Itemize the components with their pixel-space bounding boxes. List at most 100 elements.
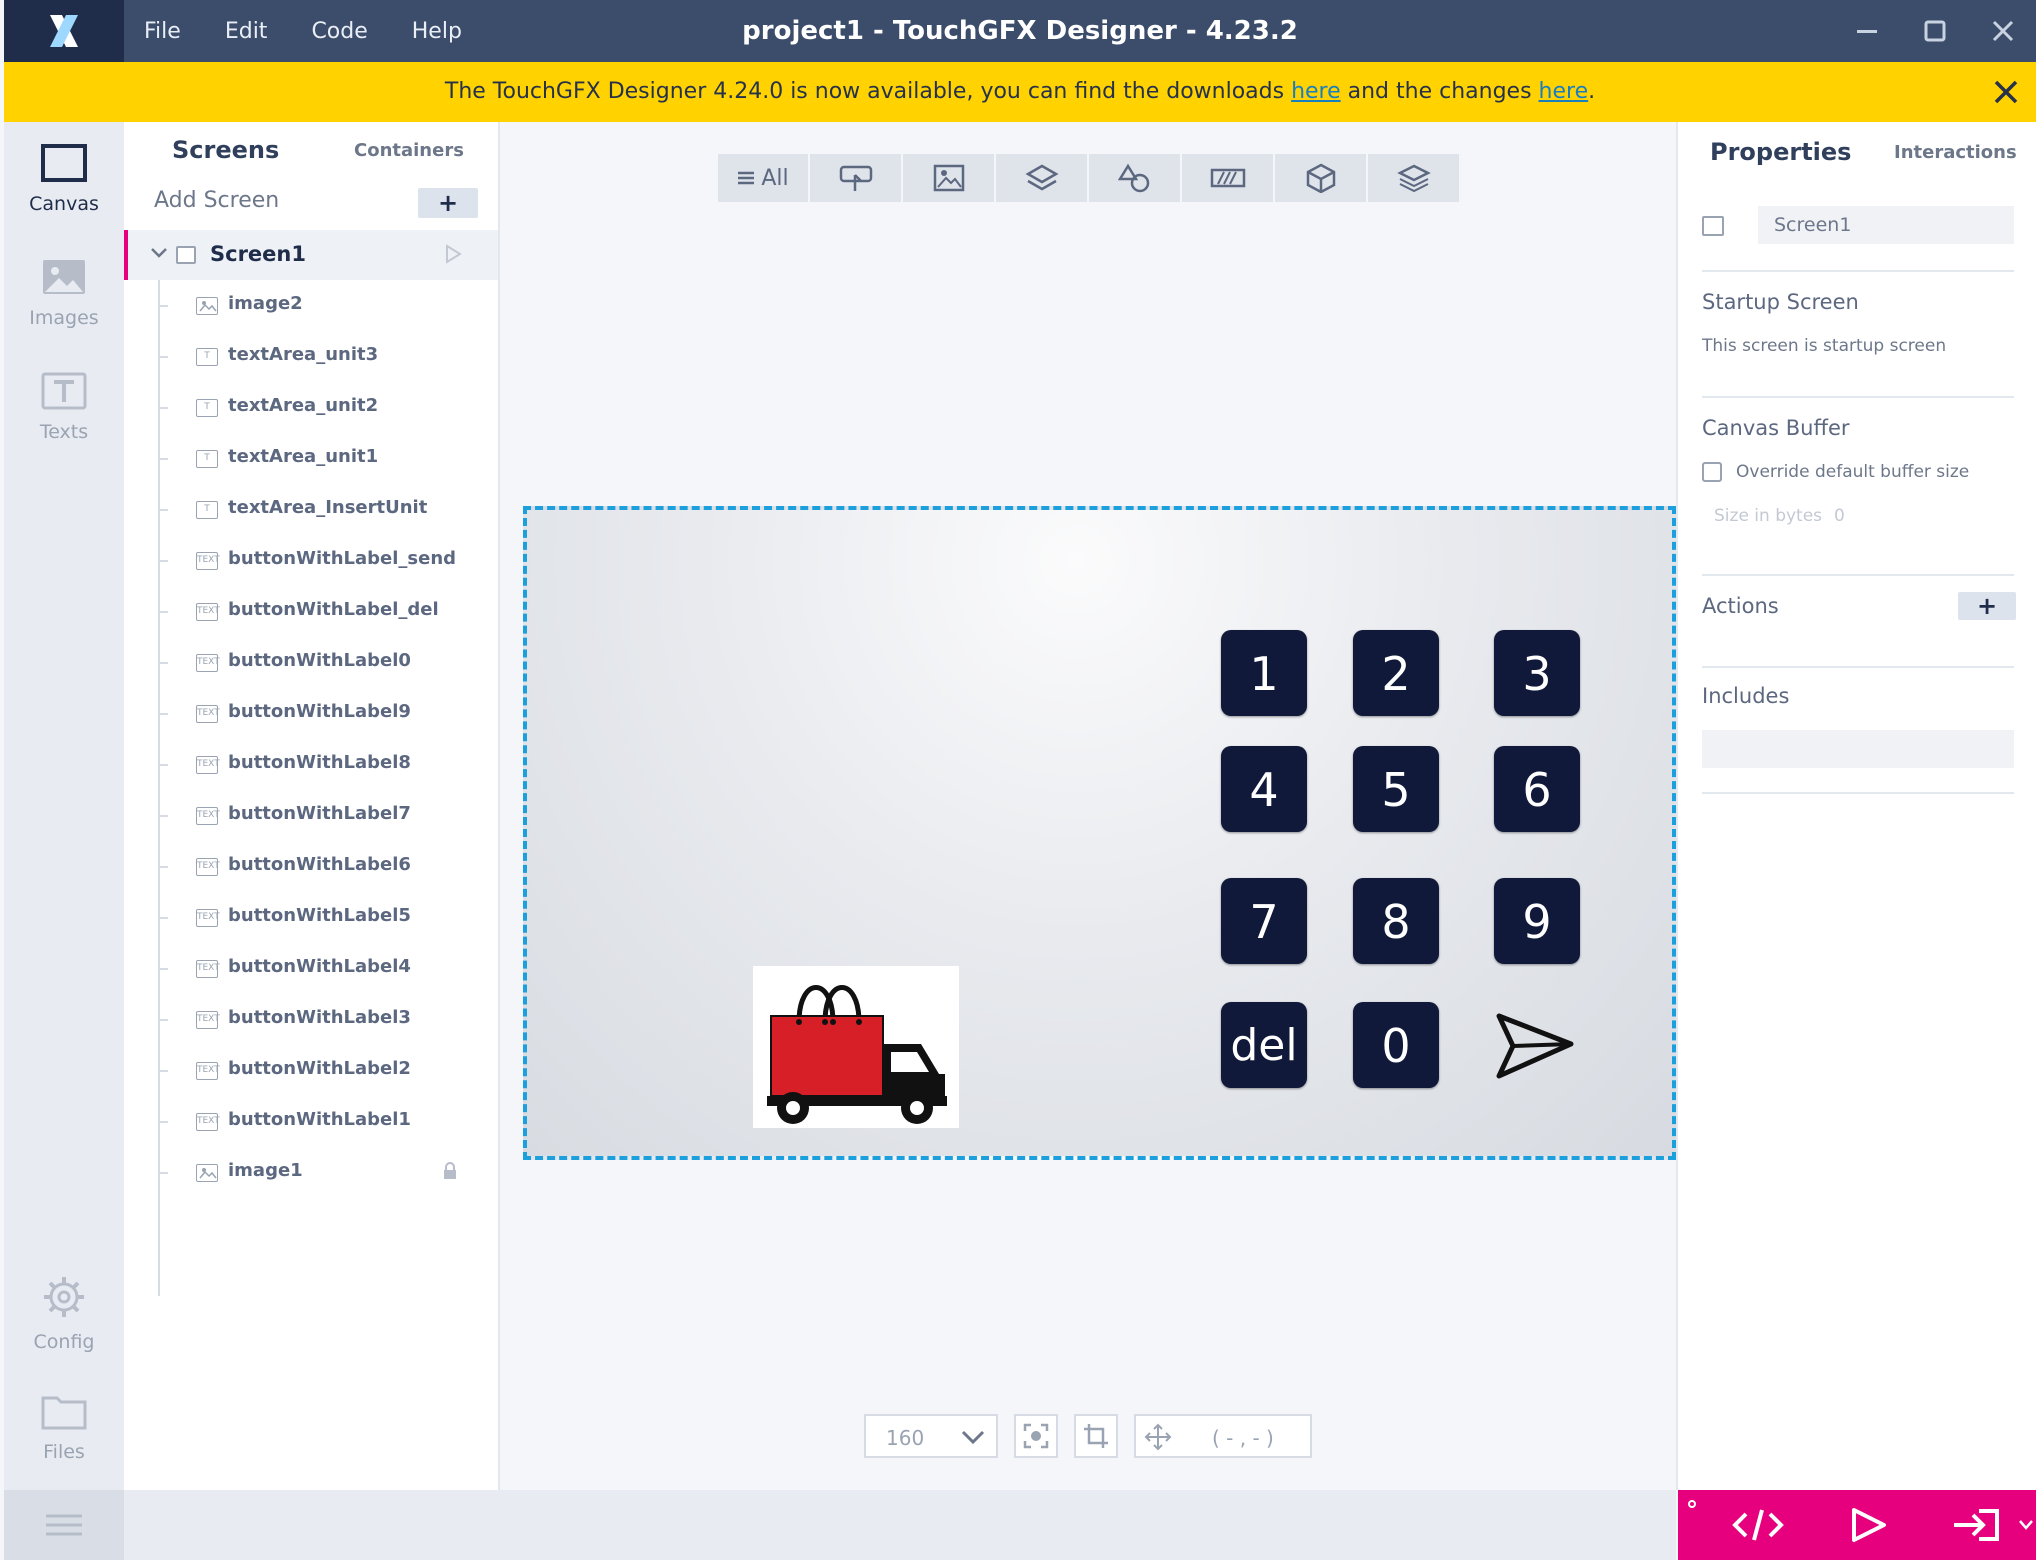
filter-images-button[interactable]: [903, 154, 994, 202]
tree-item-buttonWithLabel4[interactable]: TEXT buttonWithLabel4: [124, 943, 498, 994]
menu-file[interactable]: File: [144, 19, 181, 44]
keypad-button-9[interactable]: 9: [1494, 878, 1580, 964]
tree-item-buttonWithLabel_send[interactable]: TEXT buttonWithLabel_send: [124, 535, 498, 586]
downloads-link[interactable]: here: [1291, 79, 1341, 104]
tree-item-image1[interactable]: image1: [124, 1147, 498, 1198]
filter-progress-button[interactable]: [1182, 154, 1273, 202]
tree-connector: [158, 1019, 168, 1021]
banner-text: The TouchGFX Designer 4.24.0 is now avai…: [4, 62, 2036, 122]
rail-config-label: Config: [33, 1331, 95, 1353]
add-screen-button[interactable]: +: [418, 188, 478, 218]
filter-custom-button[interactable]: [1368, 154, 1459, 202]
keypad-button-3[interactable]: 3: [1494, 630, 1580, 716]
changes-link[interactable]: here: [1539, 79, 1589, 104]
divider: [1702, 574, 2014, 576]
menu-code[interactable]: Code: [311, 19, 367, 44]
rail-texts[interactable]: Texts: [4, 372, 124, 443]
tree-connector: [158, 509, 168, 511]
tree-item-textArea_unit2[interactable]: TtextArea_unit2: [124, 382, 498, 433]
tree-item-label: buttonWithLabel8: [228, 752, 411, 773]
menu-edit[interactable]: Edit: [225, 19, 268, 44]
tree-item-buttonWithLabel3[interactable]: TEXT buttonWithLabel3: [124, 994, 498, 1045]
rail-files[interactable]: Files: [4, 1392, 124, 1463]
override-buffer-checkbox[interactable]: [1702, 462, 1722, 482]
tree-item-buttonWithLabel_del[interactable]: TEXT buttonWithLabel_del: [124, 586, 498, 637]
rail-canvas[interactable]: Canvas: [4, 144, 124, 215]
tree-item-buttonWithLabel0[interactable]: TEXT buttonWithLabel0: [124, 637, 498, 688]
divider: [1702, 792, 2014, 794]
tree-item-buttonWithLabel8[interactable]: TEXT buttonWithLabel8: [124, 739, 498, 790]
zoom-select[interactable]: 160: [864, 1414, 998, 1458]
send-icon[interactable]: [1495, 1010, 1575, 1086]
text-widget-icon: T: [196, 450, 218, 468]
keypad-button-del[interactable]: del: [1221, 1002, 1307, 1088]
tree-item-buttonWithLabel6[interactable]: TEXT buttonWithLabel6: [124, 841, 498, 892]
tree-item-label: buttonWithLabel_send: [228, 548, 457, 569]
button-widget-icon: TEXT: [196, 1113, 220, 1131]
filter-all-button[interactable]: All: [718, 154, 808, 202]
menu-help[interactable]: Help: [412, 19, 462, 44]
more-actions-chevron-icon[interactable]: [2016, 1490, 2036, 1560]
keypad-button-4[interactable]: 4: [1221, 746, 1307, 832]
keypad-button-8[interactable]: 8: [1353, 878, 1439, 964]
keypad-button-5[interactable]: 5: [1353, 746, 1439, 832]
tree-connector: [158, 1121, 168, 1123]
canvas-buffer-title: Canvas Buffer: [1702, 416, 1850, 440]
keypad-button-7[interactable]: 7: [1221, 878, 1307, 964]
crop-button[interactable]: [1074, 1414, 1118, 1458]
add-action-button[interactable]: +: [1958, 592, 2016, 620]
screen-name-field[interactable]: Screen1: [1758, 206, 2014, 244]
tree-item-buttonWithLabel1[interactable]: TEXT buttonWithLabel1: [124, 1096, 498, 1147]
tab-properties[interactable]: Properties: [1710, 138, 1851, 166]
tree-item-textArea_unit1[interactable]: TtextArea_unit1: [124, 433, 498, 484]
tab-containers[interactable]: Containers: [354, 140, 464, 161]
tree-connector: [158, 611, 168, 613]
tree-item-textArea_InsertUnit[interactable]: TtextArea_InsertUnit: [124, 484, 498, 535]
banner-close-icon[interactable]: [1990, 76, 2022, 108]
tree-item-buttonWithLabel9[interactable]: TEXT buttonWithLabel9: [124, 688, 498, 739]
rail-files-label: Files: [43, 1441, 85, 1463]
override-buffer-label: Override default buffer size: [1736, 462, 1970, 482]
lock-icon[interactable]: [442, 1161, 458, 1185]
chevron-down-icon[interactable]: [150, 244, 168, 266]
flash-target-button[interactable]: [1936, 1490, 2016, 1560]
rail-config[interactable]: Config: [4, 1274, 124, 1353]
run-simulator-button[interactable]: [1828, 1490, 1908, 1560]
startup-screen-title: Startup Screen: [1702, 290, 1859, 314]
tree-item-buttonWithLabel5[interactable]: TEXT buttonWithLabel5: [124, 892, 498, 943]
screen-icon: [1702, 216, 1724, 236]
filter-containers-button[interactable]: [996, 154, 1087, 202]
tab-screens[interactable]: Screens: [172, 136, 279, 164]
generate-code-button[interactable]: [1718, 1490, 1798, 1560]
tree-item-image2[interactable]: image2: [124, 280, 498, 331]
keypad-button-6[interactable]: 6: [1494, 746, 1580, 832]
rail-images[interactable]: Images: [4, 258, 124, 329]
play-screen-icon[interactable]: [444, 244, 462, 268]
fit-screen-button[interactable]: [1014, 1414, 1058, 1458]
screen-row-screen1[interactable]: Screen1: [124, 230, 498, 280]
close-icon[interactable]: [1970, 0, 2036, 62]
tree-item-buttonWithLabel2[interactable]: TEXT buttonWithLabel2: [124, 1045, 498, 1096]
keypad-button-1[interactable]: 1: [1221, 630, 1307, 716]
keypad-button-2[interactable]: 2: [1353, 630, 1439, 716]
filter-3d-button[interactable]: [1275, 154, 1366, 202]
image-widget-icon: [196, 297, 218, 315]
filter-buttons-button[interactable]: [810, 154, 901, 202]
delivery-truck-image[interactable]: [753, 966, 959, 1128]
update-banner: The TouchGFX Designer 4.24.0 is now avai…: [4, 62, 2036, 122]
touch-button-icon: [839, 165, 872, 191]
keypad-button-0[interactable]: 0: [1353, 1002, 1439, 1088]
hamburger-menu[interactable]: [4, 1490, 124, 1560]
tree-item-buttonWithLabel7[interactable]: TEXT buttonWithLabel7: [124, 790, 498, 841]
maximize-icon[interactable]: [1902, 0, 1968, 62]
tree-item-textArea_unit3[interactable]: TtextArea_unit3: [124, 331, 498, 382]
truck-icon: [767, 985, 947, 1124]
button-widget-icon: TEXT: [196, 705, 220, 723]
screen-canvas[interactable]: 1 2 3 4 5 6 7 8 9 del 0: [523, 506, 1676, 1160]
filter-shapes-button[interactable]: [1089, 154, 1180, 202]
includes-field[interactable]: [1702, 730, 2014, 768]
minimize-icon[interactable]: [1834, 0, 1900, 62]
tab-interactions[interactable]: Interactions: [1894, 142, 2017, 163]
image-icon: [43, 260, 85, 294]
tree-connector: [158, 305, 168, 307]
